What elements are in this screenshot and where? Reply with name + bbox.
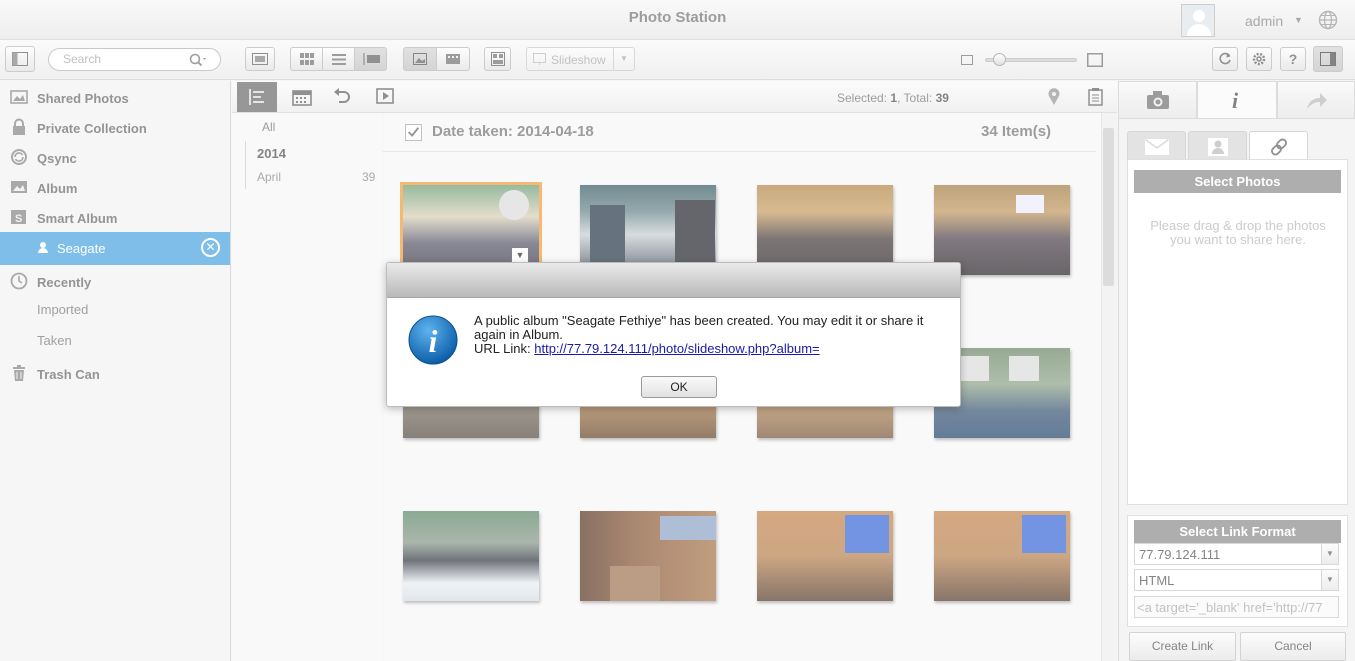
dialog-message-text: A public album "Seagate Fethiye" has bee… <box>474 313 924 342</box>
ok-button[interactable]: OK <box>641 376 717 398</box>
album-url-link[interactable]: http://77.79.124.111/photo/slideshow.php… <box>534 341 819 356</box>
dialog-title-bar[interactable] <box>387 263 960 298</box>
info-dialog: i A public album "Seagate Fethiye" has b… <box>386 262 961 407</box>
svg-text:i: i <box>429 323 438 359</box>
dialog-message: A public album "Seagate Fethiye" has bee… <box>474 314 944 356</box>
information-icon: i <box>408 315 458 365</box>
dialog-url-label: URL Link: <box>474 341 531 356</box>
